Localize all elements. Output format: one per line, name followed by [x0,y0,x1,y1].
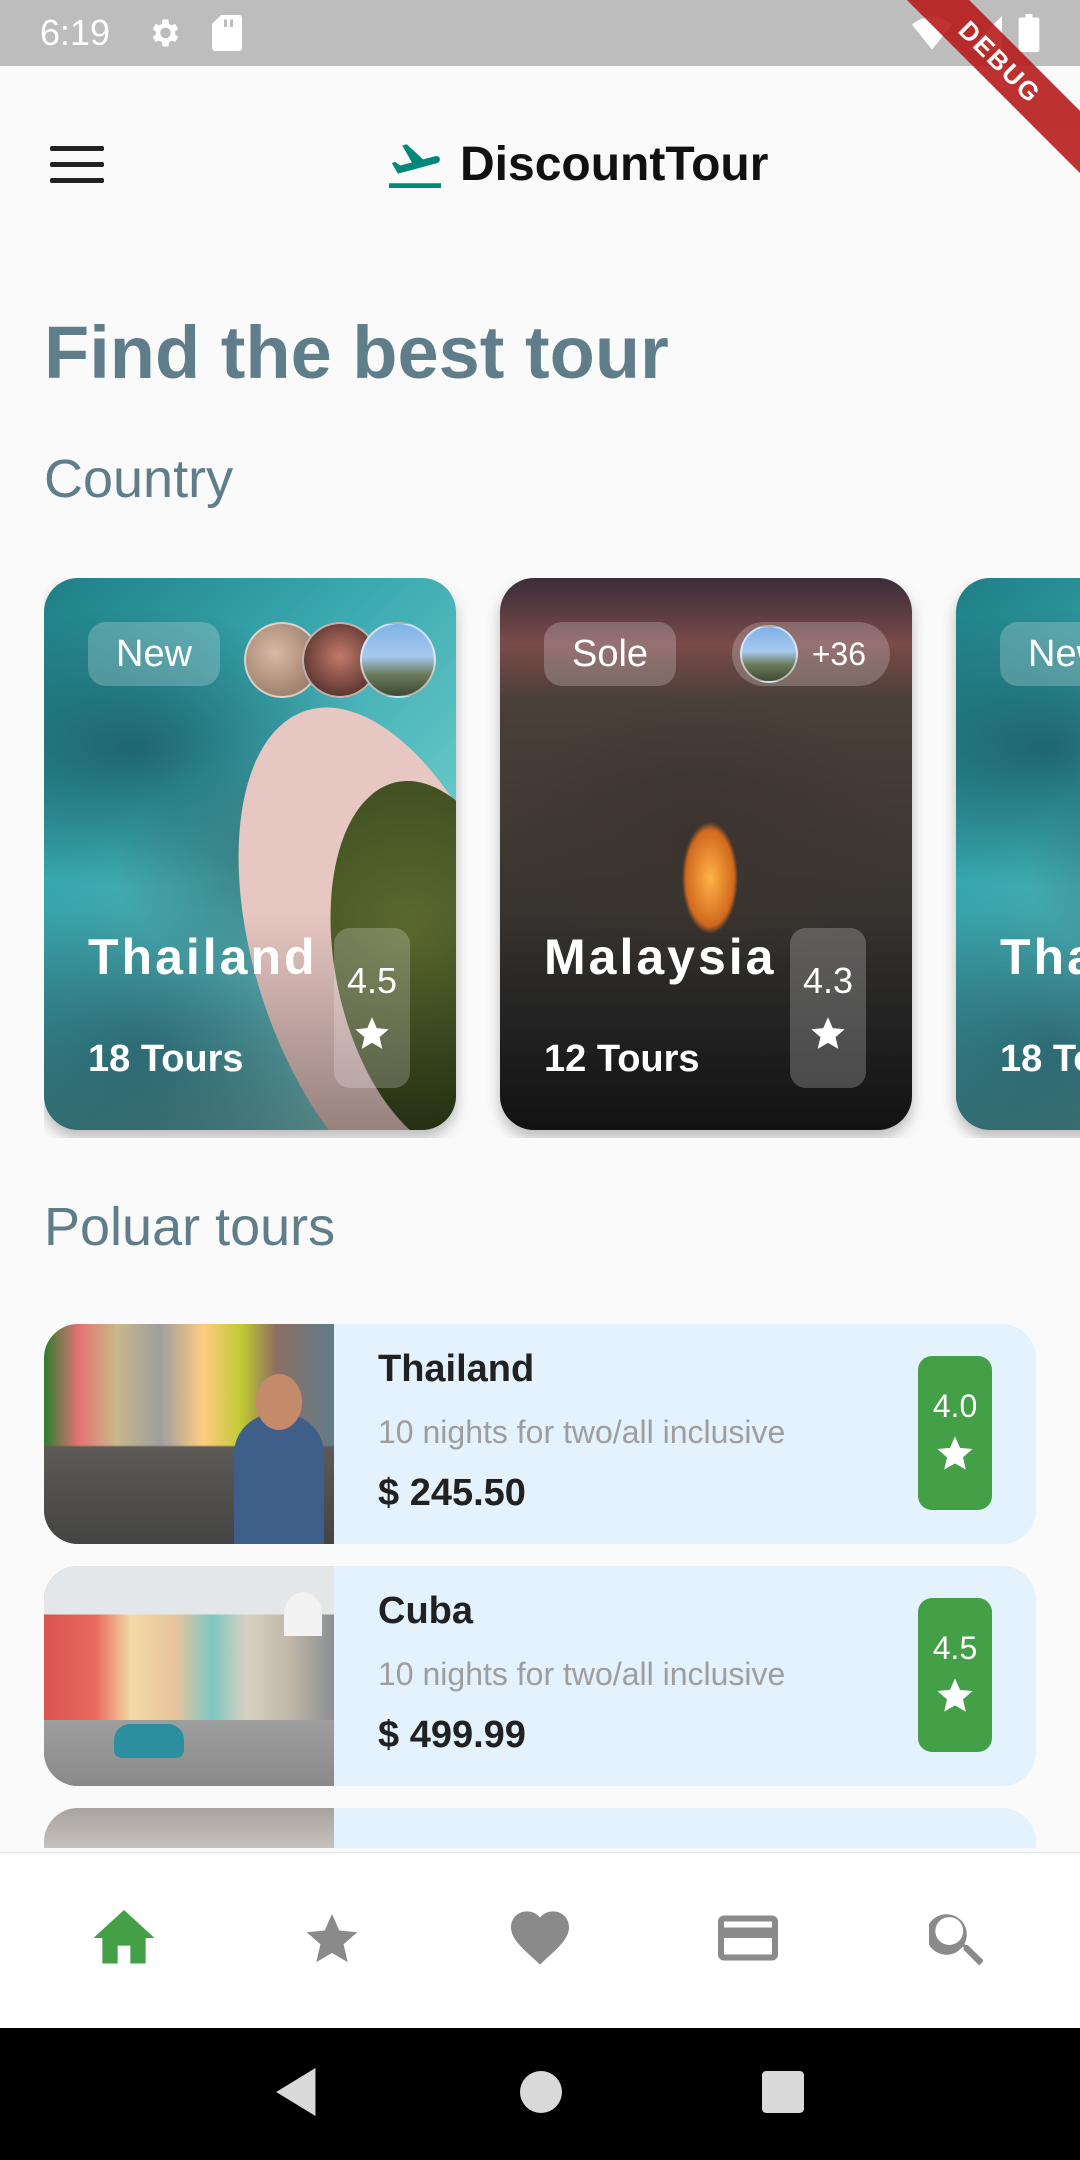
settings-gear-icon [146,15,182,56]
brand: DiscountTour [386,136,768,193]
tour-price: $ 499.99 [378,1714,526,1756]
card-rating: 4.3 [790,928,866,1088]
tour-rating-badge: 4.5 [918,1598,992,1752]
country-card[interactable]: New Thailand 18 Tours [956,578,1080,1130]
avatar [739,625,798,683]
card-tour-count: 18 Tours [88,1038,244,1080]
tour-rating-badge: 4.0 [918,1356,992,1510]
nav-liked[interactable] [470,1881,610,2001]
home-circle-icon[interactable] [520,2070,562,2118]
tour-image [44,1324,334,1544]
country-card[interactable]: Sole +36 Malaysia 12 Tours 4.3 [500,578,912,1130]
hamburger-line [50,162,104,167]
card-rating: 4.5 [334,928,410,1088]
star-icon [334,1014,410,1057]
card-tag: New [88,622,221,686]
card-tour-count: 12 Tours [544,1038,700,1080]
nav-payments[interactable] [678,1881,818,2001]
star-icon [918,1675,992,1720]
menu-button[interactable] [50,146,104,186]
battery-icon [1018,14,1040,57]
heart-icon [511,1911,569,1970]
nav-search[interactable] [886,1881,1026,2001]
system-navigation-bar [0,2028,1080,2160]
hamburger-line [50,146,104,151]
rating-value: 4.0 [932,1388,978,1424]
rating-value: 4.5 [346,960,398,1001]
credit-card-icon [718,1915,778,1966]
tour-image [44,1566,334,1786]
status-time: 6:19 [40,12,111,53]
recents-square-icon[interactable] [762,2070,804,2118]
tour-description: 10 nights for two/all inclusive [378,1656,786,1692]
rating-value: 4.3 [802,960,854,1001]
section-title-popular: Poluar tours [44,1197,336,1257]
star-icon [918,1433,992,1478]
tour-price: $ 245.50 [378,1472,526,1514]
country-card[interactable]: New Thailand 18 Tours 4.5 [44,578,456,1130]
tour-list-item[interactable] [44,1808,1036,1848]
star-icon [790,1014,866,1057]
tour-list-item[interactable]: Thailand 10 nights for two/all inclusive… [44,1324,1036,1544]
app-screen: 6:19 DEBUG DiscountTour Find the best to… [0,0,1080,2160]
back-icon[interactable] [276,2067,320,2121]
tour-list-item[interactable]: Cuba 10 nights for two/all inclusive $ 4… [44,1566,1036,1786]
page-headline: Find the best tour [44,311,669,394]
bottom-navigation [0,1852,1080,2028]
star-icon [303,1909,361,1972]
tour-name: Thailand [378,1348,535,1390]
popular-tours-list: Thailand 10 nights for two/all inclusive… [44,1324,1036,1848]
country-carousel[interactable]: New Thailand 18 Tours 4.5 Sole +36 Malay… [44,578,1080,1138]
card-tag: Sole [544,622,677,686]
card-tag: New [1000,622,1080,686]
extra-visitors-count: +36 [811,635,866,672]
search-icon [926,1911,984,1970]
card-country-name: Malaysia [544,929,777,985]
home-icon [93,1910,155,1971]
visitor-count-pill: +36 [731,622,890,686]
app-bar: DiscountTour [0,66,1080,266]
app-title: DiscountTour [460,138,769,191]
tour-name: Cuba [378,1590,473,1632]
section-title-country: Country [44,449,234,509]
avatar [360,622,436,698]
tour-image [44,1808,334,1848]
card-country-name: Thailand [1000,929,1080,985]
nav-favorites-star[interactable] [262,1881,402,2001]
card-country-name: Thailand [88,929,318,985]
nav-home[interactable] [54,1881,194,2001]
airplane-takeoff-icon [386,136,444,193]
visitor-avatars [244,622,436,698]
rating-value: 4.5 [932,1630,978,1666]
sd-card-icon [212,15,242,56]
card-tour-count: 18 Tours [1000,1038,1080,1080]
tour-description: 10 nights for two/all inclusive [378,1414,786,1450]
hamburger-line [50,178,104,183]
